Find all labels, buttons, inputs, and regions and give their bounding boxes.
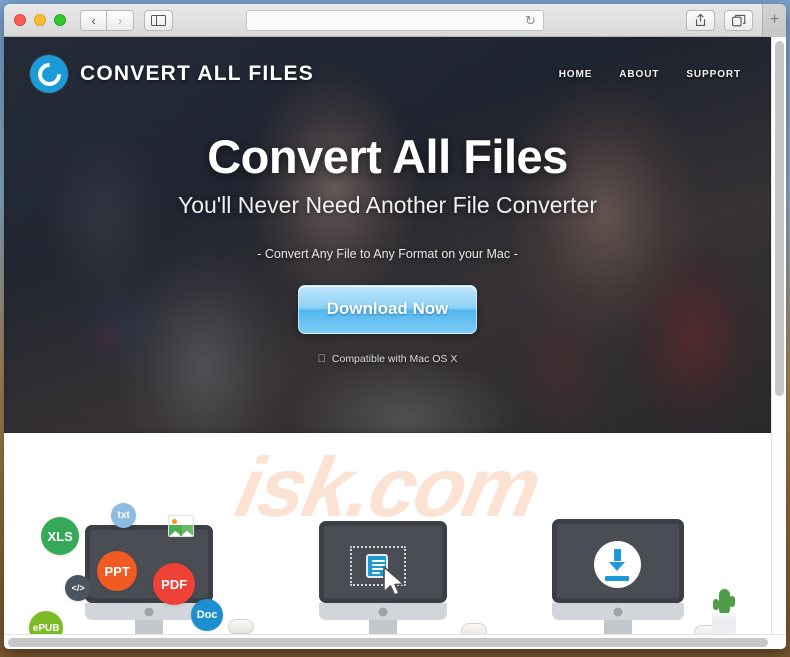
compatibility-note:  Compatible with Mac OS X xyxy=(4,353,771,365)
vertical-scrollbar[interactable] xyxy=(771,37,786,634)
horizontal-scrollbar-thumb[interactable] xyxy=(8,638,768,647)
compatibility-text: Compatible with Mac OS X xyxy=(327,353,457,366)
hero-subtitle: You'll Never Need Another File Converter xyxy=(177,192,598,218)
format-badge-doc: Doc xyxy=(191,599,224,631)
download-now-button[interactable]: Download Now xyxy=(297,285,478,335)
format-badge-code: </> xyxy=(65,575,92,601)
tabs-overview-icon xyxy=(731,14,745,26)
horizontal-scrollbar[interactable] xyxy=(4,634,786,649)
mouse-illustration xyxy=(461,623,488,634)
window-controls xyxy=(14,14,66,26)
format-badge-ppt: PPT xyxy=(97,551,138,591)
browser-window: ‹ › ↻ + CONVERT ALL FILES HOME ABOUT SUP… xyxy=(4,4,786,649)
format-badge-pdf: PDF xyxy=(153,563,196,605)
main-navigation: HOME ABOUT SUPPORT xyxy=(559,69,747,80)
hero-title: Convert All Files xyxy=(207,130,568,183)
nav-item-support[interactable]: SUPPORT xyxy=(686,69,741,80)
hero-tagline: - Convert Any File to Any Format on your… xyxy=(257,247,518,262)
navigation-buttons: ‹ › xyxy=(80,9,134,31)
share-icon xyxy=(695,13,706,26)
features-section: isk.com XLS txt PPT PDF Doc ePUB </> xyxy=(4,433,771,634)
vertical-scrollbar-thumb[interactable] xyxy=(775,41,784,396)
nav-item-about[interactable]: ABOUT xyxy=(619,69,659,80)
forward-button[interactable]: › xyxy=(107,9,134,31)
site-header: CONVERT ALL FILES HOME ABOUT SUPPORT xyxy=(4,37,771,93)
convert-all-files-logo-icon xyxy=(30,55,68,93)
mouse-illustration xyxy=(228,619,255,634)
feature-drag-and-drop xyxy=(269,503,505,634)
photo-icon xyxy=(168,515,195,537)
download-arrow-icon xyxy=(593,541,641,588)
toolbar-right-actions: + xyxy=(686,4,786,37)
hero-copy: Convert All Files You'll Never Need Anot… xyxy=(4,129,771,365)
site-logo-text: CONVERT ALL FILES xyxy=(80,62,314,85)
feature-file-formats: XLS txt PPT PDF Doc ePUB </> xyxy=(23,503,259,634)
sidebar-icon xyxy=(151,14,166,26)
share-button[interactable] xyxy=(686,9,715,31)
address-bar[interactable]: ↻ xyxy=(246,9,544,31)
web-page-content: CONVERT ALL FILES HOME ABOUT SUPPORT Con… xyxy=(4,37,771,634)
format-badge-epub: ePUB xyxy=(29,611,64,634)
browser-toolbar: ‹ › ↻ + xyxy=(4,4,786,37)
minimize-window-button[interactable] xyxy=(34,14,46,26)
cursor-icon xyxy=(383,566,405,596)
sidebar-toggle-button[interactable] xyxy=(144,9,173,31)
format-badge-txt: txt xyxy=(111,503,137,528)
site-logo[interactable]: CONVERT ALL FILES xyxy=(30,55,314,93)
format-badge-xls: XLS xyxy=(41,517,80,555)
reload-icon[interactable]: ↻ xyxy=(524,14,537,27)
feature-download xyxy=(516,503,752,634)
maximize-window-button[interactable] xyxy=(54,14,66,26)
nav-item-home[interactable]: HOME xyxy=(559,69,593,80)
monitor-illustration xyxy=(319,521,448,634)
page-viewport: CONVERT ALL FILES HOME ABOUT SUPPORT Con… xyxy=(4,37,786,649)
new-tab-button[interactable]: + xyxy=(762,4,786,37)
hero-section: CONVERT ALL FILES HOME ABOUT SUPPORT Con… xyxy=(4,37,771,433)
back-button[interactable]: ‹ xyxy=(80,9,107,31)
close-window-button[interactable] xyxy=(14,14,26,26)
monitor-illustration xyxy=(551,519,684,634)
apple-logo-icon:  xyxy=(318,353,326,365)
show-tabs-button[interactable] xyxy=(724,9,753,31)
